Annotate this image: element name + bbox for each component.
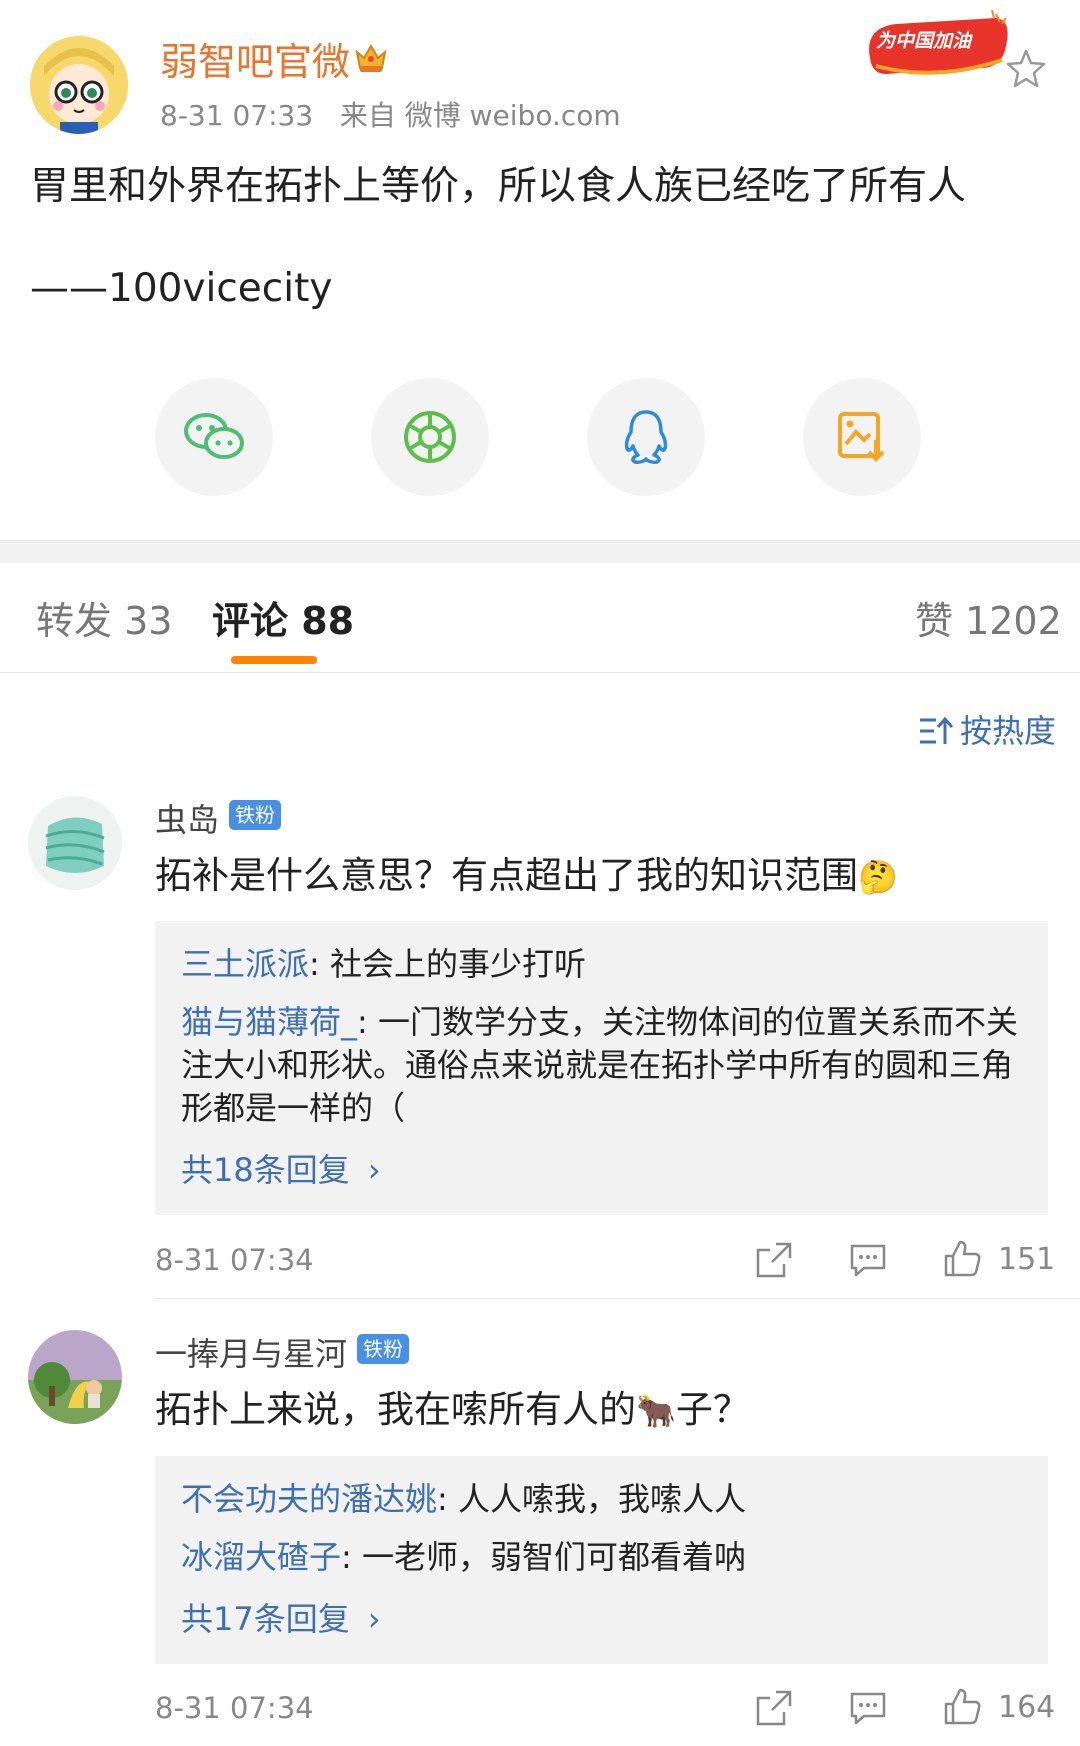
fan-badge: 铁粉: [357, 1334, 409, 1364]
more-replies-link[interactable]: 共17条回复 ›: [181, 1597, 381, 1641]
tab-like[interactable]: 赞 1202: [915, 594, 1062, 648]
author-avatar[interactable]: [30, 36, 128, 134]
reply-user[interactable]: 不会功夫的潘达姚: [181, 1480, 437, 1518]
moments-icon: [404, 411, 456, 463]
more-replies-label: 共18条回复: [181, 1151, 350, 1189]
tab-comment[interactable]: 评论 88: [212, 594, 354, 648]
like-count: 151: [998, 1242, 1056, 1277]
share-icon[interactable]: [754, 1688, 794, 1728]
comment-text: 拓扑上来说，我在嗦所有人的🐂子？: [155, 1384, 750, 1437]
comment-user-name[interactable]: 一捧月与星河: [155, 1332, 347, 1376]
comment-avatar[interactable]: [28, 796, 122, 890]
qq-icon: [624, 410, 668, 464]
ox-emoji: 🐂: [636, 1392, 676, 1430]
comment-time: 8-31 07:34: [155, 1691, 314, 1725]
save-image-icon: [838, 412, 885, 462]
post-signature: ——100vicecity: [30, 266, 333, 311]
thinking-emoji: 🤔: [858, 858, 898, 896]
cheer-badge-text: 为中国加油: [876, 30, 972, 52]
post-source: 来自 微博 weibo.com: [339, 99, 621, 132]
post-time: 8-31 07:33: [160, 99, 314, 132]
tab-repost[interactable]: 转发 33: [36, 594, 172, 648]
comment-text-body: 拓补是什么意思？有点超出了我的知识范围: [155, 854, 858, 897]
tab-active-indicator: [231, 656, 317, 664]
comment-divider: [155, 1298, 1080, 1299]
comment-icon[interactable]: [848, 1240, 888, 1280]
reply-text: : 一老师，弱智们可都看着呐: [341, 1538, 746, 1576]
sort-button[interactable]: 按热度: [918, 708, 1056, 754]
tabs-divider: [0, 672, 1080, 673]
reply-item[interactable]: 猫与猫薄荷_: 一门数学分支，关注物体间的位置关系而不关注大小和形状。通俗点来说…: [181, 1001, 1021, 1130]
section-divider: [0, 540, 1080, 563]
sort-icon: [920, 716, 954, 744]
reply-user[interactable]: 猫与猫薄荷_: [181, 1003, 357, 1041]
reply-text: : 社会上的事少打听: [309, 945, 586, 983]
share-icon[interactable]: [754, 1240, 794, 1280]
reply-item[interactable]: 不会功夫的潘达姚: 人人嗦我，我嗦人人: [181, 1478, 1021, 1521]
chevron-right-icon: ›: [367, 1600, 381, 1638]
like-count: 164: [998, 1690, 1056, 1725]
share-qq-button[interactable]: [587, 378, 705, 496]
sort-label: 按热度: [960, 712, 1057, 750]
share-moments-button[interactable]: [371, 378, 489, 496]
post-text: 胃里和外界在拓扑上等价，所以食人族已经吃了所有人: [30, 164, 967, 209]
crown-icon: [354, 42, 388, 74]
reply-item[interactable]: 冰溜大碴子: 一老师，弱智们可都看着呐: [181, 1536, 1021, 1579]
reply-user[interactable]: 三土派派: [181, 945, 309, 983]
comment-text-tail: 子？: [675, 1388, 750, 1431]
like-icon[interactable]: [942, 1686, 982, 1726]
reply-item[interactable]: 三土派派: 社会上的事少打听: [181, 943, 1021, 986]
comment-avatar[interactable]: [28, 1330, 122, 1424]
reply-user[interactable]: 冰溜大碴子: [181, 1538, 341, 1576]
comment-user-name[interactable]: 虫岛: [155, 798, 219, 842]
comment-icon[interactable]: [848, 1688, 888, 1728]
reply-text: : 人人嗦我，我嗦人人: [437, 1480, 746, 1518]
cheer-badge: 为中国加油: [856, 8, 1016, 80]
chevron-right-icon: ›: [367, 1151, 381, 1189]
comment-time: 8-31 07:34: [155, 1243, 314, 1277]
comment-text-body: 拓扑上来说，我在嗦所有人的: [155, 1388, 636, 1431]
save-image-button[interactable]: [803, 378, 921, 496]
post-meta: 8-31 07:33 来自 微博 weibo.com: [160, 98, 621, 134]
like-icon[interactable]: [942, 1238, 982, 1278]
more-replies-link[interactable]: 共18条回复 ›: [181, 1148, 381, 1192]
more-replies-label: 共17条回复: [181, 1600, 350, 1638]
comment-text: 拓补是什么意思？有点超出了我的知识范围🤔: [155, 850, 898, 903]
share-wechat-button[interactable]: [155, 378, 273, 496]
favorite-star-icon[interactable]: [1006, 48, 1046, 88]
wechat-icon: [184, 413, 244, 459]
fan-badge: 铁粉: [229, 800, 281, 830]
author-name[interactable]: 弱智吧官微: [160, 36, 350, 88]
